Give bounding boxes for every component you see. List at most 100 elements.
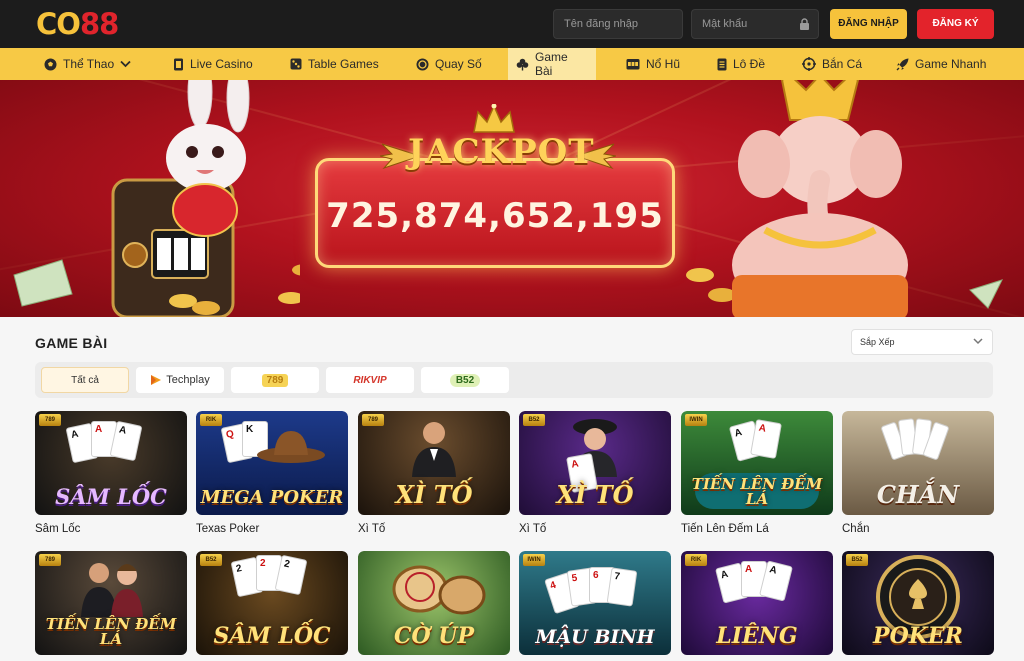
target-icon <box>802 57 816 71</box>
rabbit-slot-machine-illustration <box>13 80 300 317</box>
nav-label: Thể Thao <box>63 57 115 71</box>
game-name: Chắn <box>842 523 870 535</box>
game-thumbnail: B52 POKER <box>842 551 994 655</box>
game-art-title: CHẮN <box>876 480 960 509</box>
filter-chip-rikvip[interactable]: RIKVIP <box>326 367 414 393</box>
game-card-mau-binh[interactable]: 4 5 6 7 IWIN MẬU BINH <box>519 551 671 661</box>
man-in-suit-illustration <box>412 422 456 477</box>
chip-label: Techplay <box>166 374 210 386</box>
login-button[interactable]: ĐĂNG NHẬP <box>830 9 907 39</box>
game-thumbnail: A A A 789 SÂM LỐC <box>35 411 187 515</box>
provider-badge: RIK <box>200 414 222 426</box>
chevron-down-icon <box>973 338 983 345</box>
game-thumbnail: Q K RIK MEGA POKER <box>196 411 348 515</box>
nav-label: Game Nhanh <box>915 57 987 71</box>
nav-item-live-casino[interactable]: Live Casino <box>165 48 261 80</box>
game-card-xi-to-b52[interactable]: A B52 XÌ TỐ Xì Tố <box>519 411 671 541</box>
nav-item-lo-de[interactable]: Lô Đề <box>709 48 773 80</box>
game-thumbnail: A B52 XÌ TỐ <box>519 411 671 515</box>
chevron-down-icon <box>120 60 131 68</box>
coin-icon <box>416 58 429 70</box>
filter-chip-789[interactable]: 789 <box>231 367 319 393</box>
playing-card-icon: 7 <box>606 567 638 607</box>
provider-filter-bar: Tất cả Techplay 789 RIKVIP B52 <box>35 362 993 398</box>
game-art-title: SÂM LỐC <box>213 623 331 649</box>
password-input[interactable]: Mật khẩu <box>691 9 819 39</box>
game-card-tien-len-dem-la[interactable]: A A IWIN TIẾN LÊN ĐẾM LÁ Tiến Lên Đếm Lá <box>681 411 833 541</box>
jackpot-banner[interactable]: JACKPOT 725,874,652,195 <box>0 80 1024 317</box>
lock-icon <box>800 18 809 30</box>
game-name: Sâm Lốc <box>35 523 81 535</box>
main-nav: Thể Thao Live Casino Table Games Quay Số… <box>0 48 1024 80</box>
game-art-title: SÂM LỐC <box>55 484 167 509</box>
nav-label: Lô Đề <box>733 57 766 71</box>
game-card-tien-len-dem-la-789[interactable]: 789 TIẾN LÊN ĐẾM LÁ <box>35 551 187 661</box>
nav-label: Game Bài <box>535 50 568 78</box>
game-thumbnail: 2 2 2 B52 SÂM LỐC <box>196 551 348 655</box>
username-input[interactable]: Tên đăng nhập <box>553 9 683 39</box>
provider-badge: B52 <box>523 414 545 426</box>
nav-item-game-bai[interactable]: Game Bài <box>508 48 596 80</box>
sort-label: Sắp Xếp <box>860 337 895 347</box>
cards-icon <box>174 58 183 70</box>
dice-icon <box>290 58 302 70</box>
cowboy-hat-icon <box>257 431 325 463</box>
game-name: Xì Tố <box>519 523 547 535</box>
game-card-texas-poker[interactable]: Q K RIK MEGA POKER Texas Poker <box>196 411 348 541</box>
chip-logo-rikvip: RIKVIP <box>353 374 387 386</box>
game-card-poker[interactable]: B52 POKER <box>842 551 994 661</box>
filter-chip-techplay[interactable]: Techplay <box>136 367 224 393</box>
provider-badge: B52 <box>846 554 868 566</box>
game-art-title: XÌ TỐ <box>395 480 473 509</box>
nav-item-ban-ca[interactable]: Bắn Cá <box>794 48 870 80</box>
game-card-xi-to-789[interactable]: 789 XÌ TỐ Xì Tố <box>358 411 510 541</box>
nav-item-table-games[interactable]: Table Games <box>282 48 387 80</box>
nav-item-game-nhanh[interactable]: Game Nhanh <box>888 48 994 80</box>
logo-text-88: 88 <box>79 7 119 41</box>
chip-label: Tất cả <box>71 374 99 386</box>
nav-item-the-thao[interactable]: Thể Thao <box>36 48 139 80</box>
game-name: Texas Poker <box>196 523 260 535</box>
couple-illustration <box>81 563 143 617</box>
soccer-ball-icon <box>44 58 57 70</box>
game-thumbnail: 789 TIẾN LÊN ĐẾM LÁ <box>35 551 187 655</box>
nav-item-quay-so[interactable]: Quay Số <box>408 48 490 80</box>
game-art-title: TIẾN LÊN ĐẾM LÁ <box>691 475 823 508</box>
filter-chip-b52[interactable]: B52 <box>421 367 509 393</box>
nav-label: Nổ Hũ <box>646 57 681 71</box>
nav-label: Quay Số <box>435 57 482 71</box>
chess-pieces-illustration <box>392 565 486 615</box>
site-logo[interactable]: CO 88 <box>36 7 119 41</box>
chip-logo-789: 789 <box>261 373 289 387</box>
game-card-chan[interactable]: CHẮN Chắn <box>842 411 994 541</box>
game-card-sam-loc[interactable]: A A A 789 SÂM LỐC Sâm Lốc <box>35 411 187 541</box>
game-card-lieng[interactable]: A A A RIK LIÊNG <box>681 551 833 661</box>
game-thumbnail: 789 XÌ TỐ <box>358 411 510 515</box>
rocket-icon <box>896 58 909 70</box>
nav-label: Bắn Cá <box>822 57 863 71</box>
slot-machine-icon <box>626 59 640 70</box>
provider-badge: RIK <box>685 554 707 566</box>
game-art-title: POKER <box>873 623 963 649</box>
game-art-title: MẬU BINH <box>535 626 655 648</box>
ticket-icon <box>717 58 727 70</box>
provider-badge: IWIN <box>685 414 707 426</box>
filter-chip-all[interactable]: Tất cả <box>41 367 129 393</box>
game-thumbnail: A A A RIK LIÊNG <box>681 551 833 655</box>
jackpot-amount: 725,874,652,195 <box>326 196 664 236</box>
game-thumbnail: A A IWIN TIẾN LÊN ĐẾM LÁ <box>681 411 833 515</box>
provider-badge: 789 <box>39 414 61 426</box>
game-card-co-up[interactable]: CỜ ÚP <box>358 551 510 661</box>
nav-label: Live Casino <box>190 57 253 71</box>
game-thumbnail: CHẮN <box>842 411 994 515</box>
provider-badge: IWIN <box>523 554 545 566</box>
sort-dropdown[interactable]: Sắp Xếp <box>851 329 993 355</box>
password-placeholder: Mật khẩu <box>702 18 748 30</box>
register-button[interactable]: ĐĂNG KÝ <box>917 9 994 39</box>
nav-item-no-hu[interactable]: Nổ Hũ <box>618 48 688 80</box>
chip-logo-b52: B52 <box>449 373 481 387</box>
provider-badge: 789 <box>39 554 61 566</box>
club-suit-icon <box>516 58 529 70</box>
game-bai-section: GAME BÀI Sắp Xếp Tất cả Techplay 789 RIK… <box>0 317 1024 661</box>
game-card-sam-loc-b52[interactable]: 2 2 2 B52 SÂM LỐC <box>196 551 348 661</box>
